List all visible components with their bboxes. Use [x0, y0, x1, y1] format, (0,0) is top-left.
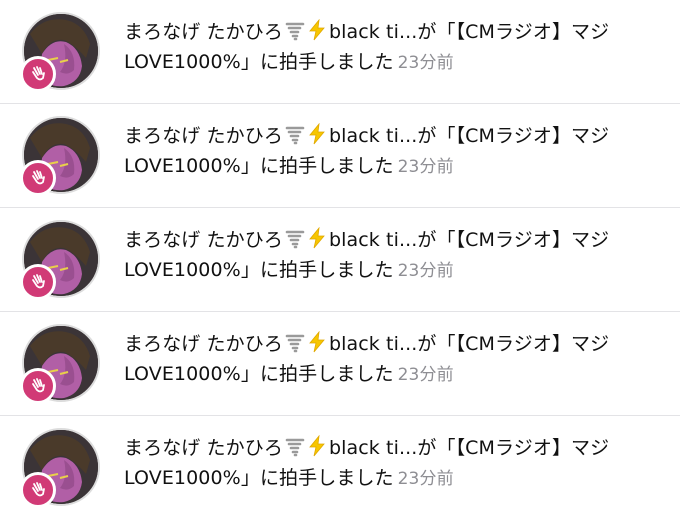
lightning-icon: [308, 330, 326, 361]
clap-hands-icon: [20, 160, 56, 196]
notification-text: まろなげ たかひろ black ti...が「【CMラジオ】マジLOVE1000%…: [124, 330, 664, 389]
lightning-icon: [308, 434, 326, 465]
notification-row[interactable]: まろなげ たかひろ black ti...が「【CMラジオ】マジLOVE1000%…: [0, 416, 680, 518]
lightning-icon: [308, 18, 326, 49]
notification-list: まろなげ たかひろ black ti...が「【CMラジオ】マジLOVE1000%…: [0, 0, 680, 518]
user-suffix[interactable]: black ti...: [329, 333, 417, 355]
lightning-icon: [308, 122, 326, 153]
user-name[interactable]: まろなげ たかひろ: [124, 437, 283, 459]
notification-text: まろなげ たかひろ black ti...が「【CMラジオ】マジLOVE1000%…: [124, 122, 664, 181]
user-suffix[interactable]: black ti...: [329, 229, 417, 251]
clap-hands-icon: [20, 56, 56, 92]
avatar-container[interactable]: [20, 322, 102, 404]
notification-text: まろなげ たかひろ black ti...が「【CMラジオ】マジLOVE1000%…: [124, 434, 664, 493]
notification-row[interactable]: まろなげ たかひろ black ti...が「【CMラジオ】マジLOVE1000%…: [0, 0, 680, 104]
avatar-container[interactable]: [20, 114, 102, 196]
tornado-icon: [285, 229, 305, 257]
user-name[interactable]: まろなげ たかひろ: [124, 21, 283, 43]
user-name[interactable]: まろなげ たかひろ: [124, 125, 283, 147]
tornado-icon: [285, 333, 305, 361]
notification-row[interactable]: まろなげ たかひろ black ti...が「【CMラジオ】マジLOVE1000%…: [0, 104, 680, 208]
tornado-icon: [285, 437, 305, 465]
clap-hands-icon: [20, 472, 56, 508]
lightning-icon: [308, 226, 326, 257]
user-suffix[interactable]: black ti...: [329, 21, 417, 43]
clap-hands-icon: [20, 264, 56, 300]
notification-text: まろなげ たかひろ black ti...が「【CMラジオ】マジLOVE1000%…: [124, 18, 664, 77]
avatar-container[interactable]: [20, 10, 102, 92]
timestamp: 23分前: [397, 53, 454, 73]
timestamp: 23分前: [397, 157, 454, 177]
timestamp: 23分前: [397, 469, 454, 489]
notification-row[interactable]: まろなげ たかひろ black ti...が「【CMラジオ】マジLOVE1000%…: [0, 312, 680, 416]
user-suffix[interactable]: black ti...: [329, 437, 417, 459]
tornado-icon: [285, 21, 305, 49]
timestamp: 23分前: [397, 261, 454, 281]
clap-hands-icon: [20, 368, 56, 404]
avatar-container[interactable]: [20, 218, 102, 300]
tornado-icon: [285, 125, 305, 153]
user-suffix[interactable]: black ti...: [329, 125, 417, 147]
notification-text: まろなげ たかひろ black ti...が「【CMラジオ】マジLOVE1000%…: [124, 226, 664, 285]
user-name[interactable]: まろなげ たかひろ: [124, 333, 283, 355]
user-name[interactable]: まろなげ たかひろ: [124, 229, 283, 251]
avatar-container[interactable]: [20, 426, 102, 508]
notification-row[interactable]: まろなげ たかひろ black ti...が「【CMラジオ】マジLOVE1000%…: [0, 208, 680, 312]
timestamp: 23分前: [397, 365, 454, 385]
